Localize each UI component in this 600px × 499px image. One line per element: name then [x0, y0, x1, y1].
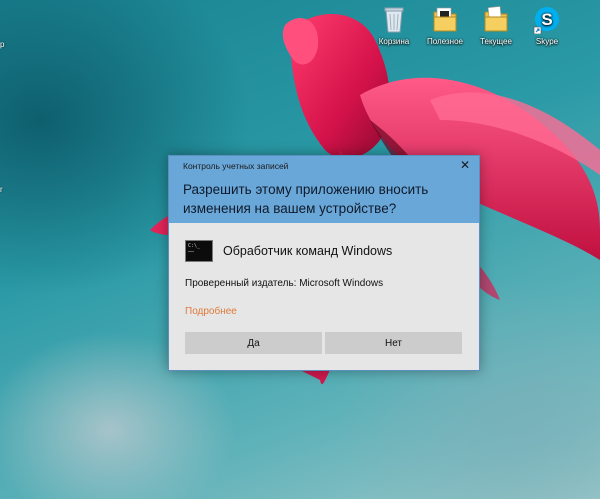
skype-icon: S [533, 4, 561, 35]
folder-icon [431, 4, 459, 34]
dialog-caption: Контроль учетных записей [183, 161, 289, 171]
desktop-icon-poleznoe[interactable]: Полезное [418, 4, 472, 46]
command-prompt-icon: C:\_ ── [185, 240, 213, 262]
desktop-icon-label: Skype [535, 37, 559, 46]
desktop-icon-recycle-bin[interactable]: Корзина [367, 4, 421, 46]
desktop-icon-tekushchee[interactable]: Текущее [469, 4, 523, 46]
publisher-text: Проверенный издатель: Microsoft Windows [185, 278, 384, 289]
recycle-bin-icon [380, 4, 408, 34]
folder-icon [482, 4, 510, 34]
desktop-icon-fragment: р [0, 40, 5, 49]
details-link[interactable]: Подробнее [185, 306, 237, 317]
no-button[interactable]: Нет [325, 332, 462, 354]
desktop-icon-label: Полезное [427, 37, 463, 46]
uac-question: Разрешить этому приложению вносить измен… [183, 182, 429, 216]
desktop-icon-label: Корзина [378, 37, 410, 46]
desktop-background: р r Корзина Полезное Текущее S Skype Кон… [0, 0, 600, 499]
uac-dialog: Контроль учетных записей ✕ Разрешить это… [168, 155, 480, 371]
desktop-icon-skype[interactable]: S Skype [520, 4, 574, 46]
desktop-icon-fragment: r [0, 185, 3, 194]
svg-text:S: S [541, 10, 552, 29]
yes-button[interactable]: Да [185, 332, 322, 354]
uac-header: Контроль учетных записей ✕ Разрешить это… [169, 156, 479, 223]
close-icon[interactable]: ✕ [460, 159, 470, 171]
desktop-icon-label: Текущее [480, 37, 512, 46]
app-name: Обработчик команд Windows [223, 244, 393, 258]
app-row: C:\_ ── Обработчик команд Windows [185, 240, 392, 262]
